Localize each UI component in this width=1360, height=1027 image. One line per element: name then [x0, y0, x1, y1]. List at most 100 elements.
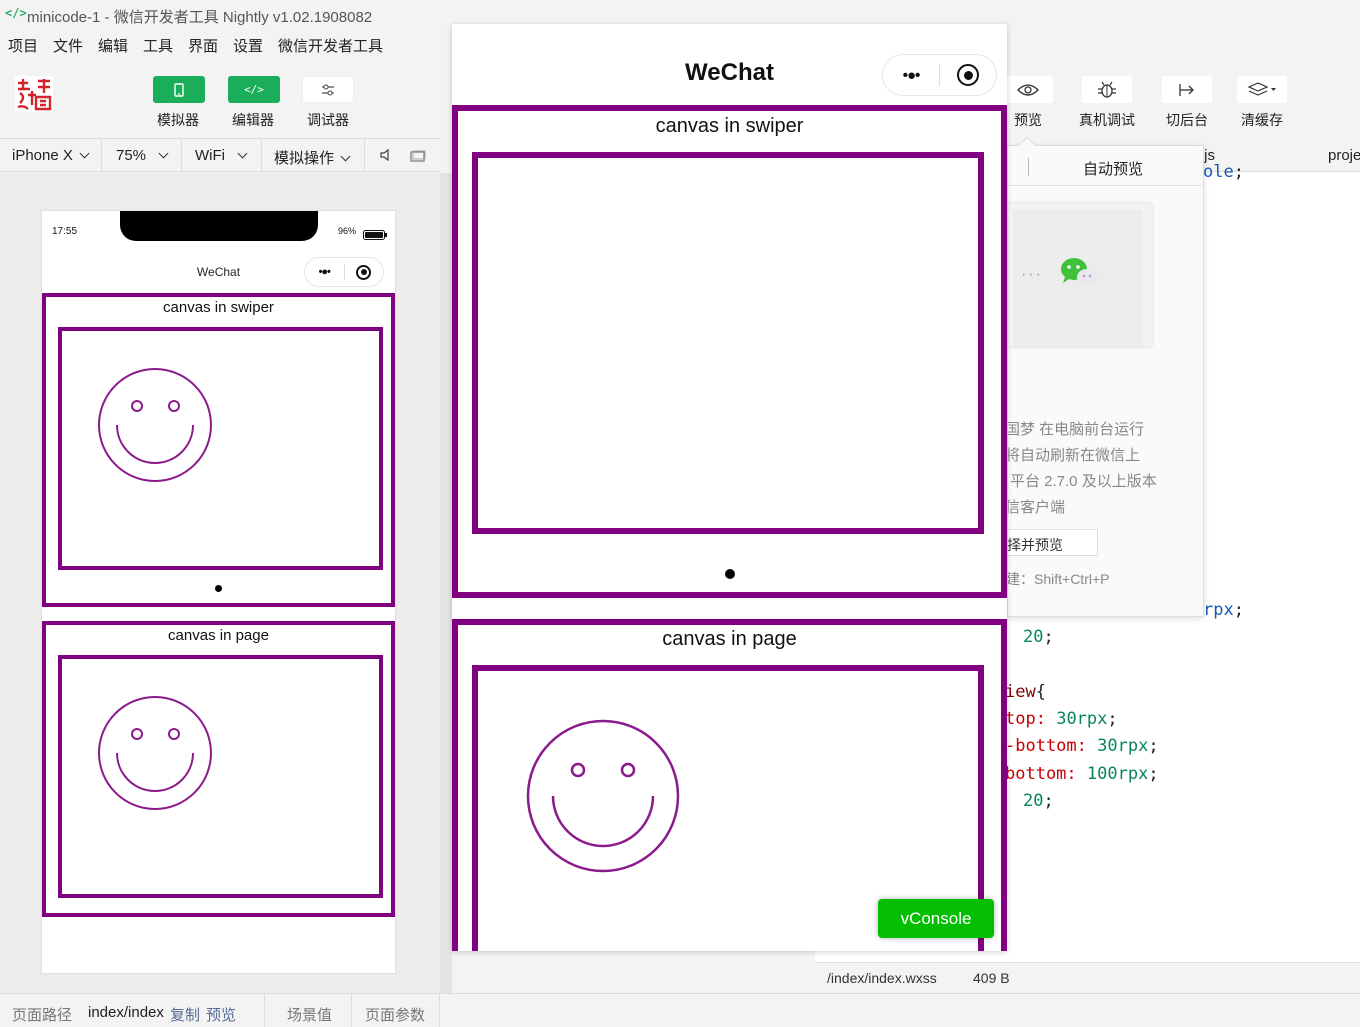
window-icon[interactable] [410, 149, 426, 166]
project-avatar[interactable] [14, 75, 54, 113]
shortcut-hint: 建：Shift+Ctrl+P [1007, 571, 1110, 587]
more-icon[interactable]: •●• [883, 67, 939, 84]
phone-icon [174, 82, 184, 97]
divider [261, 139, 262, 172]
bug-icon [1098, 81, 1116, 98]
ellipsis-icon: ··· [1021, 266, 1043, 283]
debugger-button[interactable] [302, 76, 354, 103]
popup-line-3: 平台 2.7.0 及以上版本 [1010, 473, 1157, 490]
divider [101, 139, 102, 172]
big-swiper-section[interactable]: canvas in swiper [452, 105, 1007, 598]
code-token: 100rpx [1086, 764, 1149, 784]
popup-line-1: 国梦 在电脑前台运行 [1007, 421, 1145, 438]
scene-button[interactable]: 场景值 [287, 1004, 332, 1025]
page-path-label: 页面路径 [12, 1007, 73, 1024]
menu-wechat-devtools[interactable]: 微信开发者工具 [278, 35, 383, 56]
divider [1008, 185, 1203, 186]
device-select[interactable]: iPhone X [12, 147, 90, 164]
menu-edit[interactable]: 编辑 [98, 35, 128, 56]
zoom-value: 75% [116, 147, 147, 164]
more-icon[interactable]: •●• [305, 266, 344, 278]
chevron-down-icon [158, 148, 169, 159]
code-token: bottom: [1005, 764, 1077, 784]
switch-background-icon [1179, 83, 1194, 96]
code-token: ; [1043, 791, 1054, 811]
code-token: rpx [1203, 600, 1234, 620]
copy-link[interactable]: 复制 [170, 1004, 200, 1025]
divider [264, 994, 265, 1027]
editor-label: 编辑器 [232, 112, 274, 128]
code-token: { [1035, 682, 1046, 702]
code-token: ; [1233, 600, 1244, 620]
page-params-button[interactable]: 页面参数 [365, 1004, 425, 1025]
big-page-caption: canvas in page [662, 628, 797, 650]
auto-preview-tab[interactable]: 自动预览 [1083, 158, 1143, 179]
code-token: 20 [1023, 627, 1044, 647]
simulator-button[interactable] [153, 76, 205, 103]
select-and-preview-button[interactable]: 择并预览 [1008, 529, 1098, 556]
vconsole-button[interactable]: vConsole [878, 899, 994, 938]
swiper-caption: canvas in swiper [163, 299, 274, 316]
menu-project[interactable]: 项目 [8, 35, 38, 56]
simulator-label: 模拟器 [157, 112, 199, 128]
network-value: WiFi [195, 147, 225, 164]
sliders-icon [322, 84, 334, 95]
swiper-dot[interactable] [725, 569, 735, 579]
simulate-ops-select[interactable]: 模拟操作 [274, 147, 351, 168]
menu-interface[interactable]: 界面 [188, 35, 218, 56]
zoom-select[interactable]: 75% [116, 147, 169, 164]
file-size: 409 B [973, 970, 1010, 986]
smiley-icon [98, 696, 212, 810]
code-token: top: [1005, 709, 1046, 729]
layers-icon [1247, 81, 1276, 96]
popup-line-2: 将自动刷新在微信上 [1007, 447, 1141, 464]
battery-percent: 96% [338, 226, 357, 236]
clearcache-label: 清缓存 [1241, 112, 1283, 128]
big-preview-window: WeChat •●• canvas in swiper canvas in pa… [452, 24, 1007, 951]
phone-notch [120, 211, 318, 241]
divider [364, 139, 365, 172]
clearcache-button[interactable] [1237, 76, 1287, 103]
code-token: -bottom: [1005, 736, 1087, 756]
device-value: iPhone X [12, 147, 73, 164]
chevron-down-icon [237, 148, 248, 159]
preview-link[interactable]: 预览 [206, 1004, 236, 1025]
chevron-down-icon [79, 148, 90, 159]
window-title: minicode-1 - 微信开发者工具 Nightly v1.02.19080… [27, 9, 373, 26]
menu-tools[interactable]: 工具 [143, 35, 173, 56]
menu-file[interactable]: 文件 [53, 35, 83, 56]
capsule-menu[interactable]: •●• [304, 257, 384, 287]
realdevice-label: 真机调试 [1079, 112, 1135, 128]
menu-settings[interactable]: 设置 [233, 35, 263, 56]
eye-icon [1017, 83, 1039, 96]
device-bar: iPhone X 75% WiFi 模拟操作 [0, 138, 440, 172]
volume-icon[interactable] [380, 148, 392, 166]
file-status-bar: /index/index.wxss 409 B [815, 962, 1360, 993]
close-capsule-icon[interactable] [345, 264, 384, 280]
tab-project[interactable]: proje [1328, 147, 1360, 164]
code-token: ole [1203, 162, 1234, 182]
big-capsule-menu[interactable]: •●• [882, 54, 997, 96]
wechat-logo-icon [1059, 255, 1099, 294]
big-swiper-caption: canvas in swiper [655, 115, 804, 137]
editor-button[interactable]: </> [228, 76, 280, 103]
background-label: 切后台 [1166, 112, 1208, 128]
page-caption: canvas in page [168, 627, 269, 644]
background-button[interactable] [1162, 76, 1212, 103]
swiper-section[interactable]: canvas in swiper [42, 293, 395, 607]
swiper-dot[interactable] [215, 585, 222, 592]
code-token: ; [1043, 627, 1054, 647]
divider [439, 994, 440, 1027]
close-capsule-icon[interactable] [940, 64, 996, 86]
swiper-canvas [58, 327, 383, 570]
code-token: 30rpx [1056, 709, 1108, 729]
panel-divider[interactable] [440, 173, 452, 993]
page-canvas [58, 655, 383, 898]
smiley-icon [98, 368, 212, 482]
network-select[interactable]: WiFi [195, 147, 248, 164]
battery-icon [363, 227, 387, 245]
preview-button[interactable] [1003, 76, 1053, 103]
phone-screen: 17:55 96% WeChat •●• canvas in swiper ca… [42, 211, 395, 973]
page-section: canvas in page [42, 621, 395, 917]
realdevice-button[interactable] [1082, 76, 1132, 103]
